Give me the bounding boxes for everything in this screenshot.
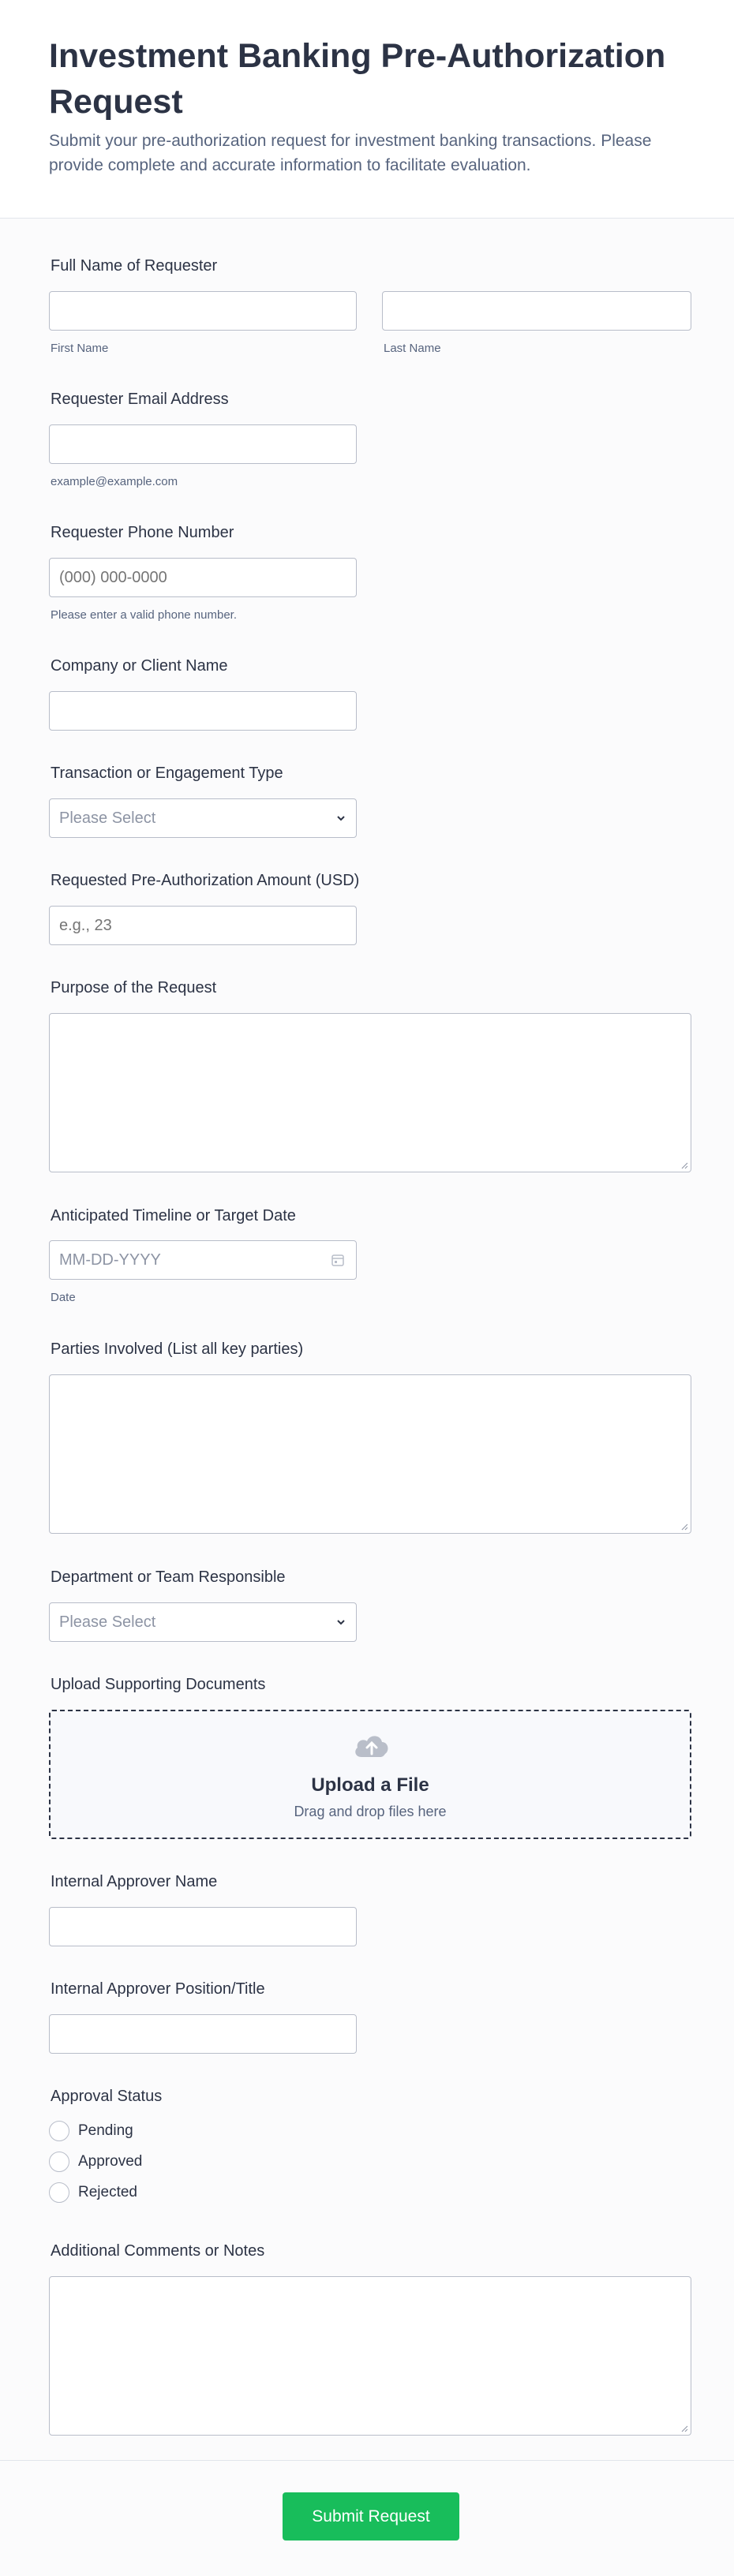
radio-label: Pending (78, 2122, 133, 2139)
department-label: Department or Team Responsible (51, 1568, 286, 1586)
parties-textarea[interactable] (49, 1374, 691, 1534)
transaction-type-label: Transaction or Engagement Type (51, 765, 283, 782)
resize-handle-icon[interactable] (680, 1161, 688, 1169)
radio-button[interactable] (49, 2182, 69, 2203)
parties-label: Parties Involved (List all key parties) (51, 1340, 304, 1358)
page-title: Investment Banking Pre-Authorization Req… (49, 37, 666, 121)
transaction-type-placeholder: Please Select (59, 809, 156, 827)
chevron-down-icon (337, 1620, 345, 1625)
radio-button[interactable] (49, 2152, 69, 2172)
company-input[interactable] (49, 691, 357, 731)
first-name-sublabel: First Name (51, 342, 109, 355)
email-label: Requester Email Address (51, 391, 229, 408)
transaction-type-select[interactable]: Please Select (49, 798, 357, 838)
approval-status-label: Approval Status (51, 2088, 163, 2105)
resize-handle-icon[interactable] (680, 2425, 688, 2432)
page-subtitle: Submit your pre-authorization request fo… (49, 132, 652, 174)
timeline-date-input[interactable]: MM-DD-YYYY (49, 1240, 357, 1280)
file-upload-dropzone[interactable]: Upload a File Drag and drop files here (49, 1710, 691, 1839)
approver-name-label: Internal Approver Name (51, 1873, 218, 1890)
radio-label: Rejected (78, 2184, 137, 2200)
comments-textarea[interactable] (49, 2276, 691, 2436)
phone-input[interactable] (49, 558, 357, 597)
form-footer: Submit Request (0, 2460, 734, 2576)
upload-label: Upload Supporting Documents (51, 1676, 266, 1693)
resize-handle-icon[interactable] (680, 1523, 688, 1531)
first-name-input[interactable] (49, 291, 357, 331)
amount-label: Requested Pre-Authorization Amount (USD) (51, 872, 360, 889)
submit-button[interactable]: Submit Request (283, 2492, 459, 2540)
cloud-upload-icon (355, 1736, 388, 1757)
timeline-label: Anticipated Timeline or Target Date (51, 1207, 296, 1224)
approver-name-input[interactable] (49, 1907, 357, 1946)
full-name-label: Full Name of Requester (51, 257, 218, 275)
email-sublabel: example@example.com (51, 475, 178, 488)
company-label: Company or Client Name (51, 657, 228, 675)
radio-button[interactable] (49, 2121, 69, 2141)
last-name-sublabel: Last Name (384, 342, 441, 355)
department-placeholder: Please Select (59, 1613, 156, 1631)
calendar-icon[interactable] (331, 1253, 345, 1267)
upload-title: Upload a File (311, 1774, 429, 1796)
phone-sublabel: Please enter a valid phone number. (51, 608, 237, 622)
comments-label: Additional Comments or Notes (51, 2242, 265, 2260)
department-select[interactable]: Please Select (49, 1602, 357, 1642)
form-header: Investment Banking Pre-Authorization Req… (0, 0, 734, 219)
last-name-input[interactable] (382, 291, 691, 331)
timeline-placeholder: MM-DD-YYYY (59, 1251, 161, 1269)
approver-position-input[interactable] (49, 2014, 357, 2054)
radio-label: Approved (78, 2153, 143, 2170)
chevron-down-icon (337, 816, 345, 821)
approver-position-label: Internal Approver Position/Title (51, 1980, 265, 1998)
upload-subtitle: Drag and drop files here (294, 1804, 447, 1819)
amount-input[interactable] (49, 906, 357, 945)
email-input[interactable] (49, 424, 357, 464)
phone-label: Requester Phone Number (51, 524, 234, 541)
purpose-label: Purpose of the Request (51, 979, 217, 996)
timeline-sublabel: Date (51, 1291, 76, 1304)
purpose-textarea[interactable] (49, 1013, 691, 1172)
